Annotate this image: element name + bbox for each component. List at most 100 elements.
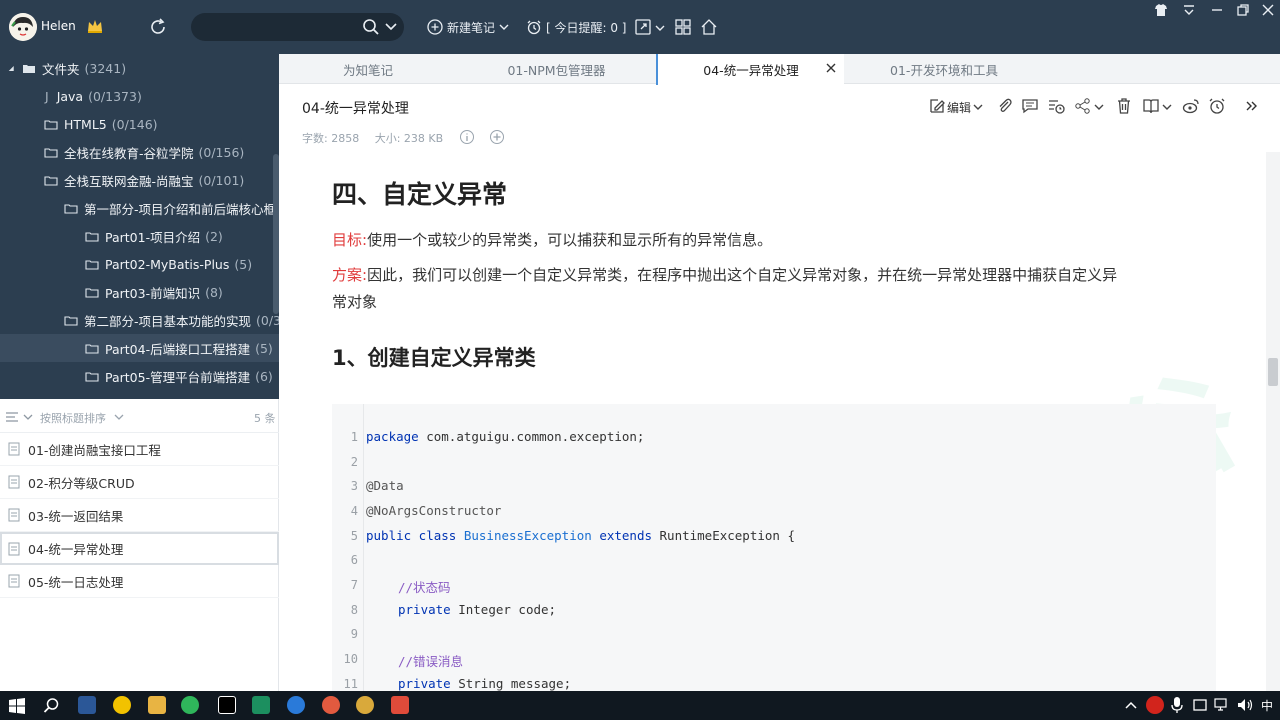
- tray-app-icon[interactable]: [1192, 697, 1208, 713]
- line-number: 6: [350, 553, 358, 567]
- code-keyword: private: [398, 676, 451, 691]
- folder-icon: [44, 175, 58, 186]
- windows-start-icon[interactable]: [9, 698, 25, 714]
- app-icon[interactable]: [252, 696, 270, 714]
- code-text: RuntimeException {: [652, 528, 795, 543]
- subsection-heading: 1、创建自定义异常类: [332, 346, 536, 370]
- intellij-icon[interactable]: [218, 696, 236, 714]
- volume-icon[interactable]: [1236, 697, 1254, 713]
- search-box[interactable]: [191, 13, 404, 41]
- content-scrollbar-thumb[interactable]: [1268, 358, 1278, 386]
- add-tag-icon[interactable]: [489, 129, 505, 145]
- triangle-icon[interactable]: [8, 63, 18, 74]
- edit-icon[interactable]: [927, 96, 947, 116]
- word-app-icon[interactable]: [78, 696, 96, 714]
- expand-icon[interactable]: [633, 17, 653, 37]
- tree-item-part01[interactable]: Part01-项目介绍 (2): [0, 222, 279, 250]
- tab-exception[interactable]: 04-统一异常处理: [656, 54, 844, 85]
- app-icon[interactable]: [391, 696, 409, 714]
- tray-expand-icon[interactable]: [1125, 700, 1137, 710]
- comment-icon[interactable]: [1020, 96, 1040, 116]
- app-icon[interactable]: [113, 696, 131, 714]
- attachment-icon[interactable]: [995, 96, 1015, 116]
- search-icon[interactable]: [43, 697, 60, 714]
- user-avatar[interactable]: [9, 13, 37, 41]
- tree-item-html5[interactable]: HTML5 (0/146): [0, 110, 279, 138]
- reading-mode-icon[interactable]: [1141, 96, 1161, 116]
- tree-item-part02[interactable]: Part02-MyBatis-Plus (5): [0, 250, 279, 278]
- line-number: 9: [350, 627, 358, 641]
- app-icon[interactable]: [322, 696, 340, 714]
- tree-scrollbar[interactable]: [273, 154, 279, 314]
- home-icon[interactable]: [699, 17, 719, 37]
- reminder-button[interactable]: [ 今日提醒: 0 ]: [526, 16, 627, 38]
- tree-item-guli[interactable]: 全栈在线教育-谷粒学院 (0/156): [0, 138, 279, 166]
- chrome-icon[interactable]: [356, 696, 374, 714]
- alarm-clock-icon[interactable]: [1207, 96, 1227, 116]
- share-icon[interactable]: [1073, 96, 1093, 116]
- folder-icon: [44, 119, 58, 130]
- tab-wiznote[interactable]: 为知笔记: [279, 54, 457, 84]
- tab-npm[interactable]: 01-NPM包管理器: [457, 54, 656, 84]
- tree-item-label: Part05-管理平台前端搭建: [105, 369, 251, 385]
- info-icon[interactable]: [459, 129, 475, 145]
- list-item[interactable]: 01-创建尚融宝接口工程: [0, 433, 279, 466]
- user-name[interactable]: Helen: [41, 19, 76, 33]
- edit-button[interactable]: 编辑: [947, 99, 971, 116]
- file-explorer-icon[interactable]: [148, 696, 166, 714]
- search-icon[interactable]: [362, 18, 380, 36]
- chevron-down-icon[interactable]: [655, 24, 665, 32]
- tree-item-part03[interactable]: Part03-前端知识 (8): [0, 278, 279, 306]
- code-line: private String message;: [398, 676, 571, 691]
- sort-label[interactable]: 按照标题排序: [40, 410, 106, 426]
- tree-item-shangrongbao[interactable]: 全栈互联网金融-尚融宝 (0/101): [0, 166, 279, 194]
- history-icon[interactable]: [1046, 96, 1066, 116]
- list-item-title: 01-创建尚融宝接口工程: [28, 442, 161, 458]
- chevron-down-icon[interactable]: [385, 22, 397, 32]
- tree-item-part1[interactable]: 第一部分-项目介绍和前后端核心框架: [0, 194, 279, 222]
- plus-circle-icon: [427, 19, 443, 35]
- tree-item-part2[interactable]: 第二部分-项目基本功能的实现 (0/3: [0, 306, 279, 334]
- wechat-icon[interactable]: [181, 696, 199, 714]
- more-icon[interactable]: [1241, 96, 1261, 116]
- vscode-icon[interactable]: [287, 696, 305, 714]
- list-item[interactable]: 05-统一日志处理: [0, 565, 279, 598]
- sync-icon[interactable]: [148, 17, 168, 37]
- tree-item-root[interactable]: 文件夹 (3241): [0, 54, 279, 82]
- chevron-down-icon[interactable]: [1094, 103, 1104, 111]
- tree-item-java[interactable]: J Java (0/1373): [0, 82, 279, 110]
- apps-grid-icon[interactable]: [673, 17, 693, 37]
- list-item-title: 05-统一日志处理: [28, 574, 124, 590]
- chevron-down-icon[interactable]: [23, 413, 33, 421]
- new-note-button[interactable]: 新建笔记: [427, 16, 509, 38]
- windows-taskbar: 中: [0, 691, 1280, 720]
- network-icon[interactable]: [1214, 698, 1232, 712]
- minimize-icon[interactable]: [1209, 3, 1225, 17]
- line-number: 1: [350, 430, 358, 444]
- code-block[interactable]: 1 2 3 4 5 6 7 8 9 10 11 package com.atgu…: [332, 404, 1216, 704]
- skin-icon[interactable]: [1153, 3, 1169, 17]
- chevron-down-icon[interactable]: [1162, 103, 1172, 111]
- close-icon[interactable]: [1260, 3, 1276, 17]
- list-item[interactable]: 02-积分等级CRUD: [0, 466, 279, 499]
- menu-icon[interactable]: [1181, 3, 1197, 17]
- microphone-icon[interactable]: [1170, 696, 1184, 714]
- chevron-down-icon[interactable]: [114, 413, 124, 421]
- close-icon[interactable]: [824, 61, 838, 75]
- content-scrollbar[interactable]: [1266, 152, 1280, 691]
- restore-icon[interactable]: [1235, 3, 1251, 17]
- tree-item-part05[interactable]: Part05-管理平台前端搭建 (6): [0, 362, 279, 390]
- list-item[interactable]: 03-统一返回结果: [0, 499, 279, 532]
- chevron-down-icon[interactable]: [973, 103, 983, 111]
- tab-devenv[interactable]: 01-开发环境和工具: [844, 54, 1044, 84]
- trash-icon[interactable]: [1114, 96, 1134, 116]
- plan-paragraph-cont: 常对象: [332, 293, 378, 311]
- ime-indicator[interactable]: 中: [1261, 697, 1273, 714]
- list-view-icon[interactable]: [5, 411, 19, 423]
- weibo-icon[interactable]: [1181, 96, 1201, 116]
- tree-item-part04[interactable]: Part04-后端接口工程搭建 (5): [0, 334, 279, 362]
- tray-app-icon[interactable]: [1146, 696, 1164, 714]
- vip-crown-icon[interactable]: [86, 18, 104, 34]
- line-number: 5: [350, 529, 358, 543]
- list-item-active[interactable]: 04-统一异常处理: [0, 532, 279, 565]
